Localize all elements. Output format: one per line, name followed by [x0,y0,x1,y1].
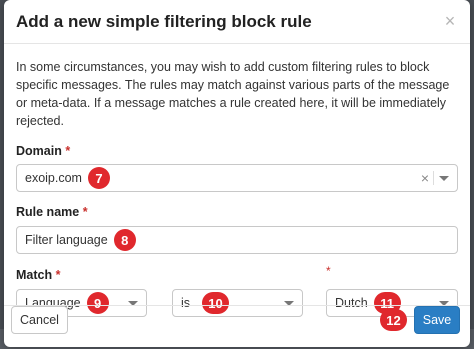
required-mark: * [82,205,88,219]
filter-rule-dialog: Add a new simple filtering block rule × … [4,0,470,347]
value-required-mark: * [326,264,331,278]
save-button[interactable]: Save [414,306,460,334]
rule-name-label: Rule name * [16,205,88,219]
step-badge-8: 8 [113,229,136,251]
domain-select[interactable]: exoip.com 7 × [16,164,458,192]
match-label: Match * [16,268,61,282]
chevron-down-icon[interactable] [439,176,449,181]
intro-text: In some circumstances, you may wish to a… [16,60,450,128]
select-separator [433,171,434,185]
cancel-button[interactable]: Cancel [11,306,68,334]
required-mark: * [55,268,61,282]
domain-value: exoip.com [25,171,82,185]
dialog-title: Add a new simple filtering block rule [16,11,312,31]
close-icon[interactable]: × [442,11,458,32]
rule-name-input[interactable]: Filter language 8 [16,226,458,254]
rule-name-value: Filter language [25,233,108,247]
clear-icon[interactable]: × [421,170,429,186]
step-badge-7: 7 [87,167,110,189]
match-labels: Match * * [16,264,458,284]
required-mark: * [65,144,71,158]
step-badge-12: 12 [380,309,407,331]
dialog-body: In some circumstances, you may wish to a… [4,44,470,317]
domain-label: Domain * [16,144,71,158]
dialog-header: Add a new simple filtering block rule × [4,0,470,44]
